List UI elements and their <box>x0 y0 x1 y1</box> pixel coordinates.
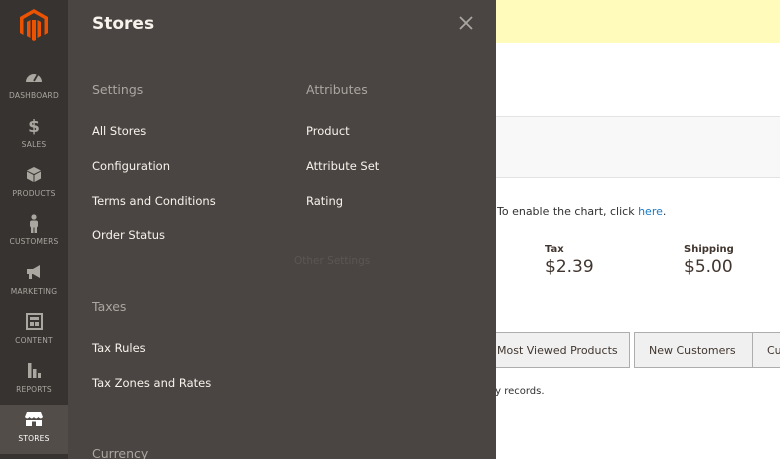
chart-disabled-message: To enable the chart, click here. <box>497 205 666 218</box>
other-settings-heading: Other Settings <box>294 255 371 267</box>
nav-stores[interactable]: STORES <box>0 405 68 454</box>
magento-logo-icon[interactable] <box>18 8 50 42</box>
link-all-stores[interactable]: All Stores <box>92 124 146 138</box>
taxes-heading: Taxes <box>92 299 127 314</box>
close-icon[interactable] <box>457 14 475 32</box>
notification-banner <box>496 0 780 43</box>
nav-dashboard[interactable]: DASHBOARD <box>0 68 68 117</box>
shipping-stat: Shipping $5.00 <box>684 244 734 277</box>
link-terms-and-conditions[interactable]: Terms and Conditions <box>92 194 216 208</box>
attributes-heading: Attributes <box>306 82 368 97</box>
speedometer-icon <box>0 68 68 88</box>
person-icon <box>0 214 68 234</box>
currency-heading: Currency <box>92 446 149 459</box>
dashboard-toolbar-area <box>496 117 780 178</box>
layout-icon <box>0 313 68 333</box>
link-product[interactable]: Product <box>306 124 350 138</box>
shipping-value: $5.00 <box>684 257 733 277</box>
box-icon <box>0 166 68 186</box>
nav-reports[interactable]: REPORTS <box>0 362 68 411</box>
link-order-status[interactable]: Order Status <box>92 228 165 242</box>
nav-label: MARKETING <box>10 287 58 296</box>
tax-value: $2.39 <box>545 257 594 277</box>
nav-label: REPORTS <box>16 385 52 394</box>
records-text: ry records. <box>491 386 545 397</box>
bar-chart-icon <box>0 362 68 382</box>
tax-label: Tax <box>545 244 564 255</box>
admin-sidebar: DASHBOARD $ SALES PRODUCTS CUSTOMERS MAR… <box>0 0 68 459</box>
nav-marketing[interactable]: MARKETING <box>0 264 68 313</box>
nav-label: CONTENT <box>15 336 53 345</box>
nav-label: STORES <box>18 434 50 443</box>
dollar-icon: $ <box>28 117 40 137</box>
tab-most-viewed-products[interactable]: Most Viewed Products <box>482 332 630 368</box>
link-configuration[interactable]: Configuration <box>92 159 170 173</box>
link-rating[interactable]: Rating <box>306 194 343 208</box>
tab-customers[interactable]: Cu <box>752 332 780 368</box>
tax-stat: Tax $2.39 <box>545 244 594 277</box>
nav-label: PRODUCTS <box>12 189 56 198</box>
nav-sales[interactable]: $ SALES <box>0 117 68 166</box>
settings-heading: Settings <box>92 82 144 97</box>
nav-products[interactable]: PRODUCTS <box>0 166 68 215</box>
nav-content[interactable]: CONTENT <box>0 313 68 362</box>
link-tax-rules[interactable]: Tax Rules <box>92 341 146 355</box>
storefront-icon <box>0 411 68 431</box>
nav-customers[interactable]: CUSTOMERS <box>0 214 68 263</box>
nav-label: SALES <box>21 140 47 149</box>
shipping-label: Shipping <box>684 244 734 255</box>
link-attribute-set[interactable]: Attribute Set <box>306 159 379 173</box>
chart-message-text: To enable the chart, click <box>497 205 639 218</box>
nav-label: CUSTOMERS <box>9 237 59 246</box>
stores-flyout-menu: Stores Settings All Stores Configuration… <box>68 0 496 459</box>
page-header-area <box>496 43 780 117</box>
megaphone-icon <box>0 264 68 284</box>
chart-message-period: . <box>662 205 667 218</box>
flyout-title: Stores <box>92 14 155 34</box>
link-tax-zones-and-rates[interactable]: Tax Zones and Rates <box>92 376 211 390</box>
enable-chart-link[interactable]: here <box>638 205 663 218</box>
nav-label: DASHBOARD <box>9 91 59 100</box>
